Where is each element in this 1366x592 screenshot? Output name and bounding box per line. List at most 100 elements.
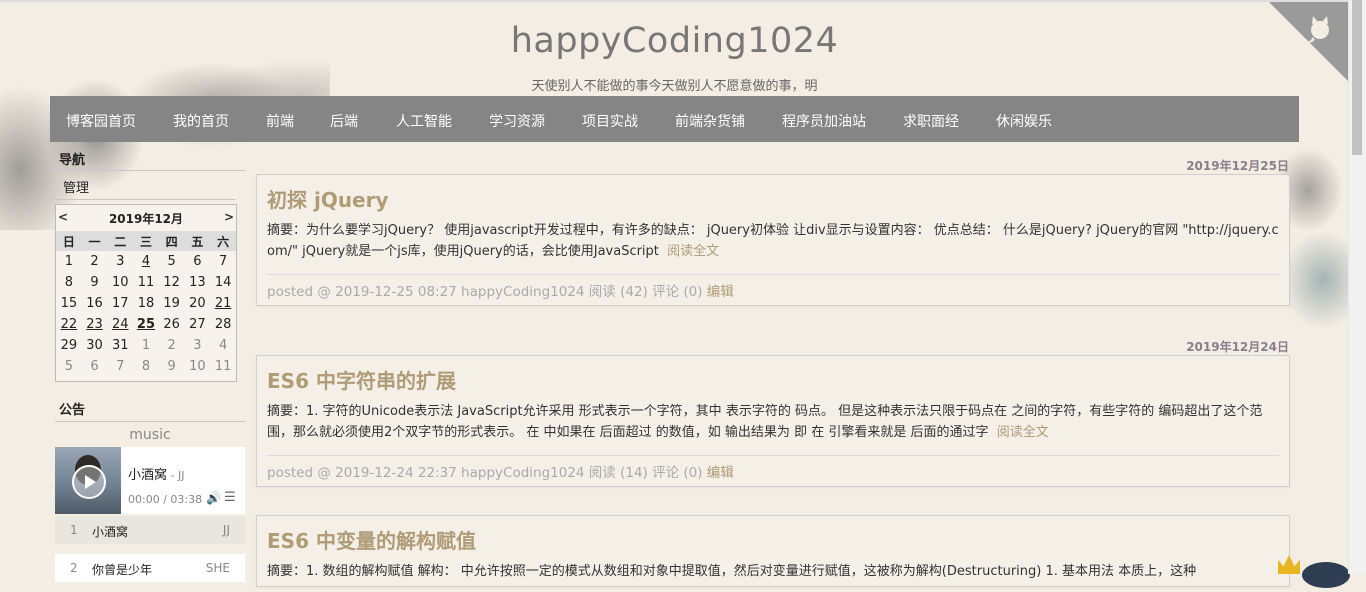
calendar-day: 3 <box>193 338 202 353</box>
nav-link[interactable]: 人工智能 <box>396 111 452 131</box>
edit-link[interactable]: 编辑 <box>707 465 734 481</box>
playlist-item-number: 2 <box>70 561 78 575</box>
calendar-day[interactable]: 22 <box>56 314 82 335</box>
calendar-day: 10 <box>111 275 129 290</box>
calendar-day: 19 <box>163 296 180 311</box>
weekday-header: 二 <box>107 231 134 251</box>
page-scrollbar[interactable] <box>1348 0 1366 574</box>
post-meta-text: posted @ 2019-12-25 08:27 happyCoding102… <box>267 284 707 300</box>
song-artist: - JJ <box>167 469 185 482</box>
calendar-day: 29 <box>60 338 78 353</box>
read-more-link[interactable]: 阅读全文 <box>667 244 719 259</box>
calendar-day: 18 <box>137 296 155 311</box>
post-date: 2019年12月25日 <box>1186 159 1289 173</box>
calendar-day: 4 <box>218 338 228 353</box>
playlist-item[interactable]: 2 你曾是少年 SHE <box>55 554 245 582</box>
edit-link[interactable]: 编辑 <box>707 284 734 300</box>
playlist-item-number: 1 <box>70 523 78 537</box>
calendar-day: 16 <box>86 296 103 311</box>
calendar-day: 3 <box>116 254 125 269</box>
post-card: ES6 中变量的解构赋值 摘要：1. 数组的解构赋值 解构： 中允许按照一定的模… <box>256 515 1290 587</box>
calendar: < 2019年12月 > 日一二三四五六 1 2 3 4 5 6 7 8 9 10 11 12 13 14… <box>55 204 237 382</box>
site-title[interactable]: happyCoding1024 <box>0 21 1349 61</box>
play-button-icon[interactable] <box>72 465 106 499</box>
song-name: 小酒窝 <box>128 468 168 483</box>
calendar-day: 7 <box>116 359 125 374</box>
nav-link[interactable]: 后端 <box>330 111 358 131</box>
playlist-item-artist: JJ <box>222 523 230 537</box>
calendar-day: 27 <box>189 317 206 332</box>
weekday-header: 五 <box>184 231 211 251</box>
song-time: 00:00 / 03:38 <box>128 493 203 506</box>
weekday-header: 六 <box>210 231 236 251</box>
manage-link[interactable]: 管理 <box>63 177 89 196</box>
scrollbar-thumb[interactable] <box>1352 0 1362 155</box>
calendar-day: 1 <box>141 338 151 353</box>
calendar-title: 2019年12月 <box>108 212 184 226</box>
post-meta-text: posted @ 2019-12-24 22:37 happyCoding102… <box>267 465 707 481</box>
nav-link[interactable]: 项目实战 <box>582 111 638 131</box>
post-title[interactable]: ES6 中字符串的扩展 <box>267 365 456 394</box>
playlist-item[interactable]: 1 小酒窝 JJ <box>55 516 245 544</box>
calendar-day[interactable]: 25 <box>133 314 159 335</box>
read-more-link[interactable]: 阅读全文 <box>997 425 1049 440</box>
calendar-day: 11 <box>137 275 155 290</box>
post-date: 2019年12月24日 <box>1186 340 1289 354</box>
calendar-day[interactable]: 23 <box>82 314 108 335</box>
window-top-border <box>0 0 1366 2</box>
playlist-item-title: 小酒窝 <box>92 525 129 539</box>
volume-icon[interactable]: 🔊 <box>206 491 221 505</box>
divider <box>267 455 1279 456</box>
post-title[interactable]: ES6 中变量的解构赋值 <box>267 525 476 554</box>
divider <box>267 274 1279 275</box>
floating-widget-button[interactable] <box>1302 562 1350 588</box>
post-meta: posted @ 2019-12-25 08:27 happyCoding102… <box>267 280 734 300</box>
album-cover <box>55 447 121 514</box>
post-card: 初探 jQuery 摘要：为什么要学习jQuery？ 使用javascript开… <box>256 174 1290 306</box>
nav-link[interactable]: 求职面经 <box>903 111 959 131</box>
post-title[interactable]: 初探 jQuery <box>267 184 389 213</box>
calendar-day: 5 <box>64 359 73 374</box>
nav-link[interactable]: 程序员加油站 <box>782 111 866 131</box>
calendar-day: 1 <box>64 254 73 269</box>
summary-text: 摘要：1. 字符的Unicode表示法 JavaScript允许采用 形式表示一… <box>267 404 1263 440</box>
top-nav-bar: 博客园首页 我的首页 前端 后端 人工智能 学习资源 项目实战 前端杂货铺 程序员加油站 求职面经… <box>50 96 1299 142</box>
nav-link[interactable]: 休闲娱乐 <box>996 111 1052 131</box>
playlist-menu-icon[interactable]: ☰ <box>224 490 236 505</box>
calendar-day: 8 <box>64 275 73 290</box>
calendar-day: 9 <box>90 275 99 290</box>
calendar-day: 14 <box>214 275 232 290</box>
calendar-day: 26 <box>163 317 180 332</box>
nav-link[interactable]: 前端 <box>266 111 294 131</box>
sidebar-nav-heading: 导航 <box>59 153 86 168</box>
post-summary: 摘要：为什么要学习jQuery？ 使用javascript开发过程中，有许多的缺… <box>267 220 1279 262</box>
nav-link[interactable]: 前端杂货铺 <box>675 111 745 131</box>
music-player: 小酒窝 - JJ 00:00 / 03:38 🔊 ☰ <box>55 447 245 514</box>
nav-link[interactable]: 我的首页 <box>173 111 229 131</box>
calendar-day: 7 <box>218 254 228 269</box>
weekday-header: 日 <box>56 231 82 251</box>
divider <box>55 170 245 171</box>
calendar-day: 2 <box>167 338 176 353</box>
calendar-day[interactable]: 4 <box>133 251 159 272</box>
post-summary: 摘要：1. 数组的解构赋值 解构： 中允许按照一定的模式从数组和对象中提取值，然… <box>267 564 1197 579</box>
calendar-day: 13 <box>189 275 206 290</box>
calendar-day: 12 <box>163 275 180 290</box>
post-card: ES6 中字符串的扩展 摘要：1. 字符的Unicode表示法 JavaScri… <box>256 355 1290 487</box>
calendar-day: 9 <box>167 359 176 374</box>
nav-link[interactable]: 博客园首页 <box>66 111 136 131</box>
post-summary: 摘要：1. 字符的Unicode表示法 JavaScript允许采用 形式表示一… <box>267 401 1279 443</box>
calendar-day: 30 <box>86 338 103 353</box>
weekday-header: 一 <box>81 231 108 251</box>
calendar-day: 31 <box>111 338 129 353</box>
calendar-day[interactable]: 21 <box>210 293 236 314</box>
calendar-next-button[interactable]: > <box>224 210 234 224</box>
calendar-day: 20 <box>189 296 206 311</box>
divider <box>55 421 245 422</box>
nav-link[interactable]: 学习资源 <box>489 111 545 131</box>
weekday-header: 三 <box>133 231 159 251</box>
calendar-day[interactable]: 24 <box>107 314 133 335</box>
calendar-day: 2 <box>90 254 99 269</box>
post-meta: posted @ 2019-12-24 22:37 happyCoding102… <box>267 461 734 481</box>
playlist-item-artist: SHE <box>205 561 230 575</box>
